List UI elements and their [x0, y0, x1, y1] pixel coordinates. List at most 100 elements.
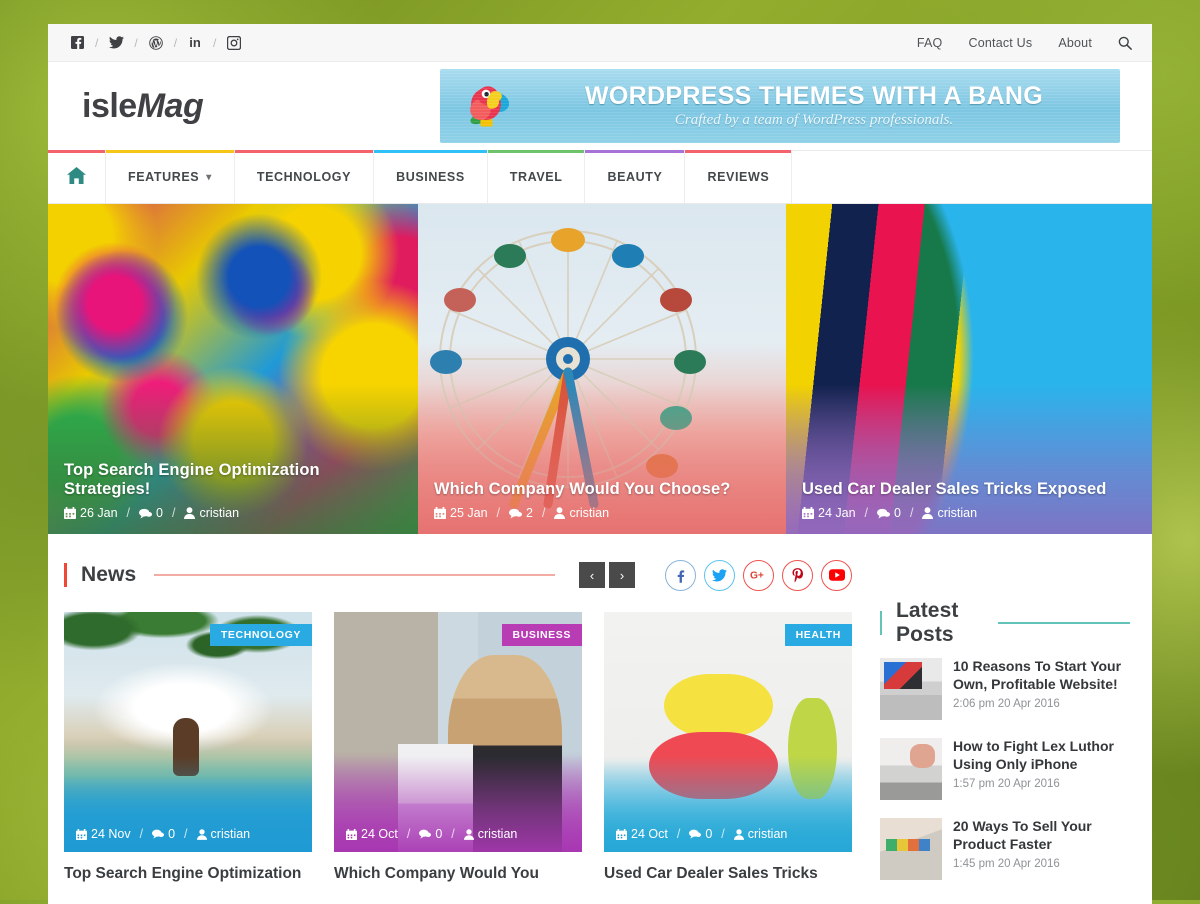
latest-post-thumb	[880, 818, 942, 880]
calendar-icon	[64, 507, 76, 519]
news-comments-1-wrap: 0	[152, 827, 175, 841]
latest-post-item[interactable]: How to Fight Lex Luthor Using Only iPhon…	[880, 738, 1130, 800]
news-card-badge[interactable]: HEALTH	[784, 624, 852, 646]
nav-item-beauty[interactable]: BEAUTY	[585, 150, 686, 203]
news-next-button[interactable]: ›	[609, 562, 635, 588]
news-card-title[interactable]: Used Car Dealer Sales Tricks	[604, 864, 852, 885]
comment-icon	[419, 829, 432, 839]
hero-title-2[interactable]: Which Company Would You Choose?	[434, 480, 772, 499]
banner-ad-title: WORDPRESS THEMES WITH A BANG	[585, 81, 1043, 110]
content-area: News ‹ › G+ TECHNOLOGY 24 Nov / 0 / cris…	[48, 534, 1152, 885]
nav-label-beauty: BEAUTY	[607, 170, 663, 184]
news-rule	[154, 574, 555, 576]
news-card-thumb: HEALTH 24 Oct / 0 / cristian	[604, 612, 852, 852]
hero-meta-2: 25 Jan / 2 / cristian	[434, 506, 772, 520]
news-author-2: cristian	[477, 827, 518, 841]
news-card-meta: 24 Oct / 0 / cristian	[616, 827, 787, 841]
latest-post-thumb	[880, 738, 942, 800]
user-icon	[922, 507, 934, 519]
banner-ad[interactable]: WORDPRESS THEMES WITH A BANG Crafted by …	[440, 69, 1120, 143]
googleplus-button[interactable]: G+	[743, 559, 774, 591]
latest-post-time: 1:57 pm 20 Apr 2016	[953, 778, 1060, 791]
hero-title-1[interactable]: Top Search Engine Optimization Strategie…	[64, 461, 404, 499]
news-card-badge[interactable]: BUSINESS	[501, 624, 582, 646]
facebook-icon[interactable]	[66, 32, 88, 54]
news-card[interactable]: BUSINESS 24 Oct / 0 / cristian Which Com…	[334, 612, 582, 885]
home-icon	[66, 166, 87, 188]
search-icon[interactable]	[1118, 36, 1132, 50]
twitter-icon[interactable]	[105, 32, 127, 54]
hero-author-2: cristian	[569, 506, 610, 520]
user-icon	[196, 828, 207, 840]
hero-title-3[interactable]: Used Car Dealer Sales Tricks Exposed	[802, 480, 1138, 499]
wordpress-icon[interactable]	[145, 32, 167, 54]
latest-post-item[interactable]: 10 Reasons To Start Your Own, Profitable…	[880, 658, 1130, 720]
latest-post-item[interactable]: 20 Ways To Sell Your Product Faster 1:45…	[880, 818, 1130, 880]
nav-item-home[interactable]	[48, 150, 106, 203]
comment-icon	[689, 829, 702, 839]
meta-sep: /	[184, 827, 188, 841]
hero-date-3-wrap: 24 Jan	[802, 506, 856, 520]
pinterest-button[interactable]	[782, 559, 813, 591]
twitter-button[interactable]	[704, 559, 735, 591]
news-card-thumb: BUSINESS 24 Oct / 0 / cristian	[334, 612, 582, 852]
news-author-3-wrap: cristian	[733, 827, 787, 841]
news-card-thumb: TECHNOLOGY 24 Nov / 0 / cristian	[64, 612, 312, 852]
comment-icon	[877, 508, 891, 519]
facebook-button[interactable]	[665, 559, 696, 591]
parrot-logo-icon	[440, 78, 532, 134]
news-card-title[interactable]: Which Company Would You	[334, 864, 582, 885]
latest-post-title[interactable]: 10 Reasons To Start Your Own, Profitable…	[953, 658, 1130, 693]
meta-sep: /	[676, 827, 681, 841]
latest-post-title[interactable]: 20 Ways To Sell Your Product Faster	[953, 818, 1130, 853]
youtube-button[interactable]	[821, 559, 852, 591]
linkedin-icon[interactable]: in	[184, 32, 206, 54]
nav-label-technology: TECHNOLOGY	[256, 170, 352, 184]
latest-posts-accent-bar	[880, 611, 882, 635]
hero-slide-1[interactable]: Top Search Engine Optimization Strategie…	[48, 204, 418, 534]
news-date-3-wrap: 24 Oct	[616, 827, 668, 841]
latest-post-title[interactable]: How to Fight Lex Luthor Using Only iPhon…	[953, 738, 1130, 773]
hero-slide-3[interactable]: Used Car Dealer Sales Tricks Exposed 24 …	[786, 204, 1152, 534]
hero-author-3: cristian	[937, 506, 978, 520]
nav-label-travel: TRAVEL	[509, 170, 563, 184]
news-author-1-wrap: cristian	[196, 827, 250, 841]
hero-comments-2-wrap: 2	[509, 506, 533, 520]
news-prev-button[interactable]: ‹	[579, 562, 605, 588]
hero-comments-2: 2	[526, 506, 533, 520]
latest-post-thumb	[880, 658, 942, 720]
news-card-meta: 24 Nov / 0 / cristian	[76, 827, 250, 841]
news-card[interactable]: HEALTH 24 Oct / 0 / cristian Used Car De…	[604, 612, 852, 885]
banner-ad-subtitle: Crafted by a team of WordPress professio…	[674, 112, 954, 129]
nav-item-reviews[interactable]: REVIEWS	[685, 150, 793, 203]
news-slider-arrows: ‹ ›	[579, 562, 635, 588]
nav-item-travel[interactable]: TRAVEL	[487, 150, 586, 203]
instagram-icon[interactable]	[223, 32, 245, 54]
nav-label-business: BUSINESS	[396, 170, 465, 184]
nav-item-business[interactable]: BUSINESS	[374, 150, 488, 203]
latest-posts-rule	[998, 622, 1130, 624]
hero-meta-1: 26 Jan / 0 / cristian	[64, 506, 404, 520]
news-card[interactable]: TECHNOLOGY 24 Nov / 0 / cristian Top Sea…	[64, 612, 312, 885]
hero-caption-2: Which Company Would You Choose? 25 Jan /…	[434, 480, 772, 520]
top-link-faq[interactable]: FAQ	[917, 36, 943, 50]
hero-slide-2[interactable]: Which Company Would You Choose? 25 Jan /…	[418, 204, 786, 534]
nav-item-technology[interactable]: TECHNOLOGY	[234, 150, 375, 203]
meta-sep: /	[126, 506, 131, 520]
news-date-3: 24 Oct	[631, 827, 668, 841]
hero-date-1: 26 Jan	[80, 506, 118, 520]
svg-text:G+: G+	[750, 570, 764, 581]
meta-sep: /	[909, 506, 914, 520]
news-card-badge[interactable]: TECHNOLOGY	[209, 624, 312, 646]
news-cards: TECHNOLOGY 24 Nov / 0 / cristian Top Sea…	[64, 612, 852, 885]
nav-item-features[interactable]: FEATURES ▾	[106, 150, 235, 203]
calendar-icon	[76, 828, 87, 840]
site-logo[interactable]: isleMag	[82, 87, 204, 126]
nav-label-features: FEATURES	[128, 170, 200, 184]
top-link-contact-us[interactable]: Contact Us	[968, 36, 1032, 50]
main-navigation: FEATURES ▾ TECHNOLOGY BUSINESS TRAVEL BE…	[48, 150, 1152, 204]
top-link-about[interactable]: About	[1058, 36, 1092, 50]
news-card-title[interactable]: Top Search Engine Optimization	[64, 864, 312, 885]
news-card-meta: 24 Oct / 0 / cristian	[346, 827, 517, 841]
